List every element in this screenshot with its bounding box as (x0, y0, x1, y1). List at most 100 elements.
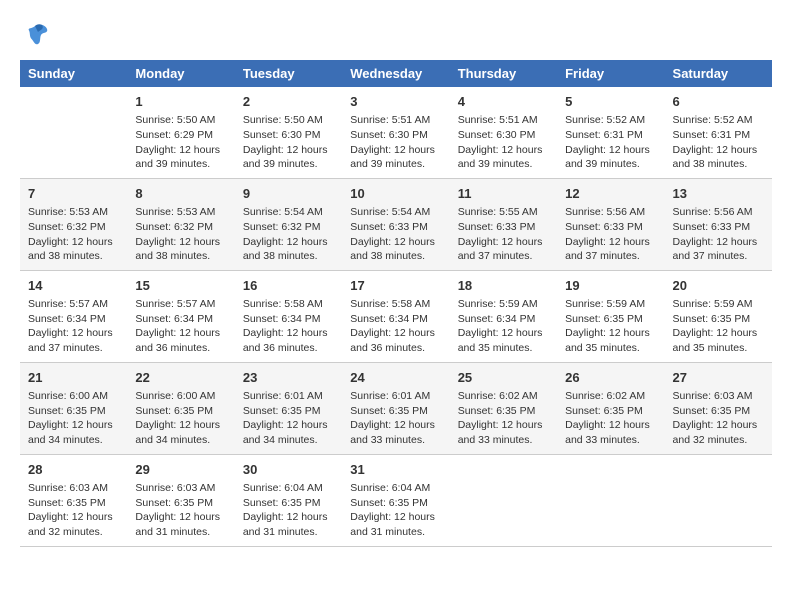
calendar-cell: 13 Sunrise: 5:56 AMSunset: 6:33 PMDayligh… (665, 178, 772, 270)
calendar-cell: 7 Sunrise: 5:53 AMSunset: 6:32 PMDaylight… (20, 178, 127, 270)
day-number: 26 (565, 369, 656, 387)
day-info: Sunrise: 5:56 AMSunset: 6:33 PMDaylight:… (565, 205, 656, 264)
day-info: Sunrise: 5:50 AMSunset: 6:30 PMDaylight:… (243, 113, 334, 172)
calendar-cell: 31 Sunrise: 6:04 AMSunset: 6:35 PMDayligh… (342, 454, 449, 546)
day-number: 15 (135, 277, 226, 295)
calendar-cell: 4 Sunrise: 5:51 AMSunset: 6:30 PMDaylight… (450, 87, 557, 178)
calendar-cell: 21 Sunrise: 6:00 AMSunset: 6:35 PMDayligh… (20, 362, 127, 454)
day-number: 29 (135, 461, 226, 479)
day-number: 24 (350, 369, 441, 387)
header-friday: Friday (557, 60, 664, 87)
day-info: Sunrise: 5:52 AMSunset: 6:31 PMDaylight:… (565, 113, 656, 172)
day-info: Sunrise: 5:59 AMSunset: 6:34 PMDaylight:… (458, 297, 549, 356)
day-number: 16 (243, 277, 334, 295)
day-number: 12 (565, 185, 656, 203)
day-info: Sunrise: 5:55 AMSunset: 6:33 PMDaylight:… (458, 205, 549, 264)
calendar-cell: 28 Sunrise: 6:03 AMSunset: 6:35 PMDayligh… (20, 454, 127, 546)
week-row-2: 7 Sunrise: 5:53 AMSunset: 6:32 PMDaylight… (20, 178, 772, 270)
day-info: Sunrise: 5:54 AMSunset: 6:33 PMDaylight:… (350, 205, 441, 264)
day-info: Sunrise: 5:53 AMSunset: 6:32 PMDaylight:… (28, 205, 119, 264)
calendar-cell: 12 Sunrise: 5:56 AMSunset: 6:33 PMDayligh… (557, 178, 664, 270)
day-info: Sunrise: 5:57 AMSunset: 6:34 PMDaylight:… (135, 297, 226, 356)
header-saturday: Saturday (665, 60, 772, 87)
header-tuesday: Tuesday (235, 60, 342, 87)
calendar-cell: 15 Sunrise: 5:57 AMSunset: 6:34 PMDayligh… (127, 270, 234, 362)
week-row-4: 21 Sunrise: 6:00 AMSunset: 6:35 PMDayligh… (20, 362, 772, 454)
calendar-cell: 16Sunrise: 5:58 AMSunset: 6:34 PMDayligh… (235, 270, 342, 362)
calendar-cell: 5 Sunrise: 5:52 AMSunset: 6:31 PMDaylight… (557, 87, 664, 178)
logo-bird-icon (20, 20, 50, 50)
calendar-cell: 14Sunrise: 5:57 AMSunset: 6:34 PMDayligh… (20, 270, 127, 362)
day-info: Sunrise: 6:04 AMSunset: 6:35 PMDaylight:… (350, 481, 441, 540)
calendar-cell: 8 Sunrise: 5:53 AMSunset: 6:32 PMDaylight… (127, 178, 234, 270)
day-number: 2 (243, 93, 334, 111)
header-monday: Monday (127, 60, 234, 87)
day-info: Sunrise: 5:59 AMSunset: 6:35 PMDaylight:… (565, 297, 656, 356)
calendar-cell: 2 Sunrise: 5:50 AMSunset: 6:30 PMDaylight… (235, 87, 342, 178)
calendar-cell: 22 Sunrise: 6:00 AMSunset: 6:35 PMDayligh… (127, 362, 234, 454)
day-number: 23 (243, 369, 334, 387)
week-row-5: 28 Sunrise: 6:03 AMSunset: 6:35 PMDayligh… (20, 454, 772, 546)
calendar-cell: 23 Sunrise: 6:01 AMSunset: 6:35 PMDayligh… (235, 362, 342, 454)
day-number: 13 (673, 185, 764, 203)
day-info: Sunrise: 6:01 AMSunset: 6:35 PMDaylight:… (350, 389, 441, 448)
day-number: 7 (28, 185, 119, 203)
day-number: 6 (673, 93, 764, 111)
calendar-cell (557, 454, 664, 546)
calendar-cell: 19 Sunrise: 5:59 AMSunset: 6:35 PMDayligh… (557, 270, 664, 362)
day-number: 14 (28, 277, 119, 295)
day-number: 11 (458, 185, 549, 203)
day-number: 21 (28, 369, 119, 387)
calendar-cell: 11 Sunrise: 5:55 AMSunset: 6:33 PMDayligh… (450, 178, 557, 270)
day-number: 17 (350, 277, 441, 295)
calendar-cell: 20Sunrise: 5:59 AMSunset: 6:35 PMDayligh… (665, 270, 772, 362)
day-info: Sunrise: 6:00 AMSunset: 6:35 PMDaylight:… (28, 389, 119, 448)
header-sunday: Sunday (20, 60, 127, 87)
day-info: Sunrise: 6:02 AMSunset: 6:35 PMDaylight:… (565, 389, 656, 448)
day-info: Sunrise: 6:03 AMSunset: 6:35 PMDaylight:… (28, 481, 119, 540)
calendar-cell: 6 Sunrise: 5:52 AMSunset: 6:31 PMDaylight… (665, 87, 772, 178)
day-info: Sunrise: 6:02 AMSunset: 6:35 PMDaylight:… (458, 389, 549, 448)
calendar-header-row: SundayMondayTuesdayWednesdayThursdayFrid… (20, 60, 772, 87)
calendar-cell: 1Sunrise: 5:50 AMSunset: 6:29 PMDaylight… (127, 87, 234, 178)
calendar-cell: 24 Sunrise: 6:01 AMSunset: 6:35 PMDayligh… (342, 362, 449, 454)
day-info: Sunrise: 5:59 AMSunset: 6:35 PMDaylight:… (673, 297, 764, 356)
day-info: Sunrise: 5:51 AMSunset: 6:30 PMDaylight:… (350, 113, 441, 172)
calendar-cell: 27Sunrise: 6:03 AMSunset: 6:35 PMDayligh… (665, 362, 772, 454)
day-info: Sunrise: 5:50 AMSunset: 6:29 PMDaylight:… (135, 113, 226, 172)
day-info: Sunrise: 5:53 AMSunset: 6:32 PMDaylight:… (135, 205, 226, 264)
calendar-cell: 18 Sunrise: 5:59 AMSunset: 6:34 PMDayligh… (450, 270, 557, 362)
header-wednesday: Wednesday (342, 60, 449, 87)
calendar-cell: 30Sunrise: 6:04 AMSunset: 6:35 PMDayligh… (235, 454, 342, 546)
day-number: 18 (458, 277, 549, 295)
day-info: Sunrise: 5:52 AMSunset: 6:31 PMDaylight:… (673, 113, 764, 172)
day-info: Sunrise: 6:03 AMSunset: 6:35 PMDaylight:… (673, 389, 764, 448)
day-number: 3 (350, 93, 441, 111)
day-info: Sunrise: 5:58 AMSunset: 6:34 PMDaylight:… (350, 297, 441, 356)
calendar-cell: 3 Sunrise: 5:51 AMSunset: 6:30 PMDaylight… (342, 87, 449, 178)
day-number: 31 (350, 461, 441, 479)
calendar-cell: 29Sunrise: 6:03 AMSunset: 6:35 PMDayligh… (127, 454, 234, 546)
calendar-cell: 10 Sunrise: 5:54 AMSunset: 6:33 PMDayligh… (342, 178, 449, 270)
day-number: 25 (458, 369, 549, 387)
header-thursday: Thursday (450, 60, 557, 87)
day-info: Sunrise: 5:51 AMSunset: 6:30 PMDaylight:… (458, 113, 549, 172)
day-number: 10 (350, 185, 441, 203)
day-number: 4 (458, 93, 549, 111)
calendar-cell: 17 Sunrise: 5:58 AMSunset: 6:34 PMDayligh… (342, 270, 449, 362)
day-info: Sunrise: 5:56 AMSunset: 6:33 PMDaylight:… (673, 205, 764, 264)
day-number: 30 (243, 461, 334, 479)
day-info: Sunrise: 5:54 AMSunset: 6:32 PMDaylight:… (243, 205, 334, 264)
day-number: 22 (135, 369, 226, 387)
calendar-cell: 9Sunrise: 5:54 AMSunset: 6:32 PMDaylight… (235, 178, 342, 270)
day-number: 5 (565, 93, 656, 111)
calendar-table: SundayMondayTuesdayWednesdayThursdayFrid… (20, 60, 772, 547)
day-number: 8 (135, 185, 226, 203)
day-info: Sunrise: 6:00 AMSunset: 6:35 PMDaylight:… (135, 389, 226, 448)
day-info: Sunrise: 6:01 AMSunset: 6:35 PMDaylight:… (243, 389, 334, 448)
calendar-cell: 25 Sunrise: 6:02 AMSunset: 6:35 PMDayligh… (450, 362, 557, 454)
day-number: 28 (28, 461, 119, 479)
day-number: 19 (565, 277, 656, 295)
calendar-cell (450, 454, 557, 546)
calendar-cell: 26 Sunrise: 6:02 AMSunset: 6:35 PMDayligh… (557, 362, 664, 454)
